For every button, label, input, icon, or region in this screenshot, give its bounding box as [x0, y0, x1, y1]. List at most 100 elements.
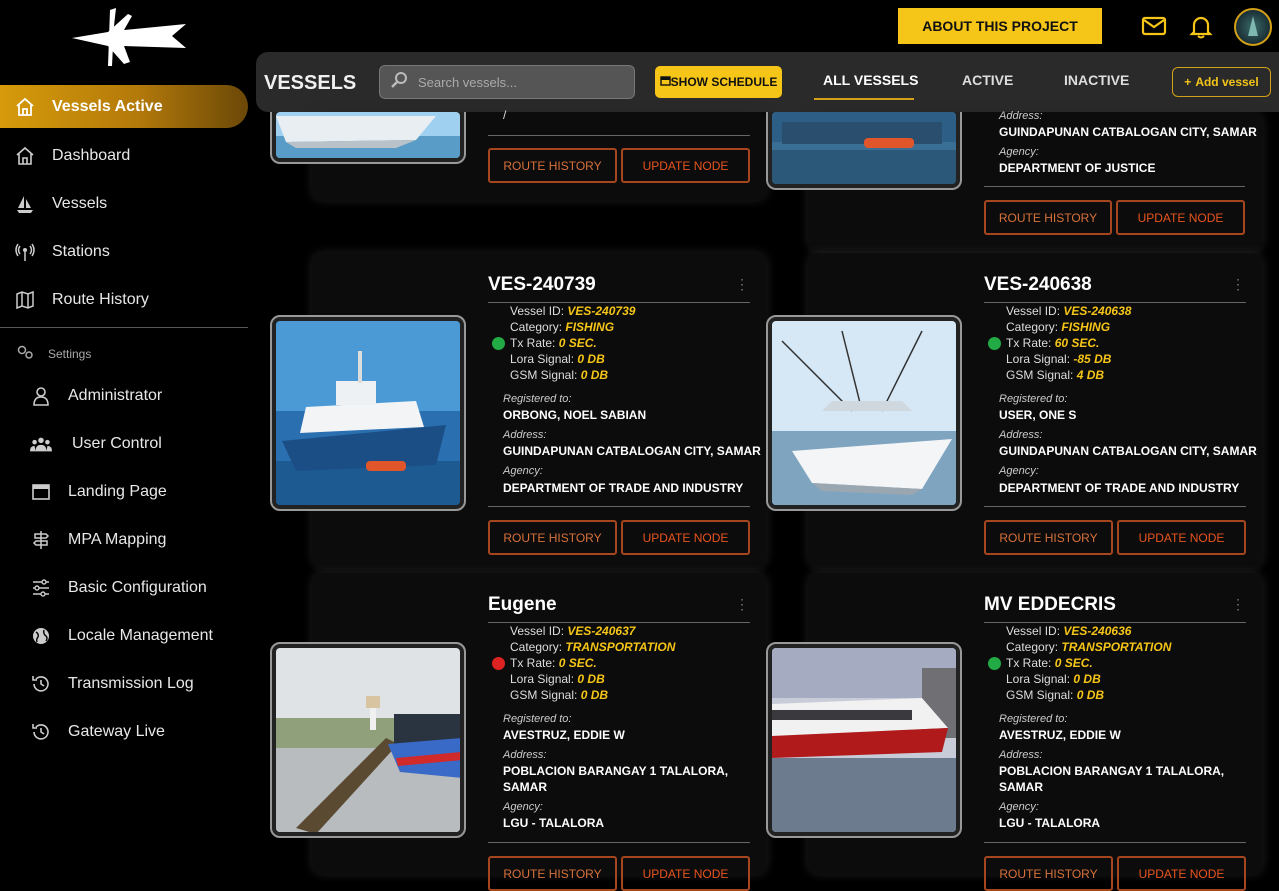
category-row: Category: FISHING: [1006, 320, 1111, 334]
registered-value: USER, ONE S: [999, 408, 1077, 422]
vessel-photo-frame: [270, 112, 466, 164]
add-vessel-button[interactable]: + Add vessel: [1172, 67, 1271, 97]
divider: [984, 506, 1246, 507]
sidebar-item-vessels-active[interactable]: Vessels Active: [0, 85, 248, 128]
sidebar-divider: [0, 327, 248, 328]
show-schedule-button[interactable]: SHOW SCHEDULE: [655, 66, 782, 98]
agency-label: Agency:: [503, 801, 543, 813]
sidebar-item-stations[interactable]: Stations: [14, 237, 110, 267]
page-title: VESSELS: [264, 72, 357, 94]
update-node-button[interactable]: UPDATE NODE: [1116, 200, 1245, 235]
tab-all-vessels[interactable]: ALL VESSELS: [823, 72, 918, 88]
sidebar-item-locale-management[interactable]: Locale Management: [30, 621, 213, 651]
home-icon: [14, 145, 36, 167]
search-input[interactable]: [418, 74, 618, 90]
sidebar-item-vessels[interactable]: Vessels: [14, 189, 107, 219]
agency-label: Agency:: [503, 465, 543, 477]
lora-signal-row: Lora Signal: 0 DB: [1006, 672, 1101, 686]
vessel-name: MV EDDECRIS: [984, 594, 1116, 615]
update-node-button[interactable]: UPDATE NODE: [621, 520, 750, 555]
vessel-photo-frame: [766, 112, 962, 190]
tx-rate-row: Tx Rate: 0 SEC.: [510, 656, 597, 670]
sidebar-item-label: Route History: [52, 291, 149, 308]
tab-active[interactable]: ACTIVE: [962, 72, 1013, 88]
gsm-signal-row: GSM Signal: 4 DB: [1006, 368, 1105, 382]
vessel-id-row: Vessel ID: VES-240739: [510, 304, 636, 318]
status-indicator: [988, 337, 1001, 350]
search-box[interactable]: [379, 65, 635, 99]
category-row: Category: TRANSPORTATION: [1006, 640, 1172, 654]
sidebar-item-gateway-live[interactable]: Gateway Live: [30, 717, 165, 747]
update-node-button[interactable]: UPDATE NODE: [621, 148, 750, 183]
address-value: GUINDAPUNAN CATBALOGAN CITY, SAMAR: [999, 125, 1257, 139]
address-value: POBLACION BARANGAY 1 TALALORA,: [999, 764, 1225, 778]
sidebar-item-label: Stations: [52, 243, 110, 260]
registered-label: Registered to:: [503, 393, 572, 405]
sidebar-item-basic-configuration[interactable]: Basic Configuration: [30, 573, 207, 603]
search-icon: [390, 71, 408, 94]
tx-rate-row: Tx Rate: 0 SEC.: [1006, 656, 1093, 670]
sidebar-item-dashboard[interactable]: Dashboard: [14, 141, 130, 171]
status-indicator: [988, 657, 1001, 670]
more-options-icon[interactable]: ⋮: [735, 276, 749, 293]
tab-inactive[interactable]: INACTIVE: [1064, 72, 1129, 88]
vessel-photo: [276, 321, 460, 505]
gsm-signal-row: GSM Signal: 0 DB: [510, 688, 609, 702]
antenna-icon: [14, 241, 36, 263]
window-icon: [30, 481, 52, 503]
agency-label: Agency:: [999, 465, 1039, 477]
address-label: Address:: [999, 749, 1043, 761]
registered-value: AVESTRUZ, EDDIE W: [503, 728, 625, 742]
sidebar-item-label: Dashboard: [52, 147, 131, 164]
vessel-id-row: Vessel ID: VES-240636: [1006, 624, 1132, 638]
route-history-button[interactable]: ROUTE HISTORY: [488, 148, 617, 183]
settings-section-label: Settings: [16, 344, 91, 363]
bell-icon[interactable]: [1187, 12, 1215, 40]
logo: [72, 8, 186, 66]
sidebar-item-administrator[interactable]: Administrator: [30, 381, 162, 411]
registered-value: AVESTRUZ, EDDIE W: [999, 728, 1121, 742]
divider: [984, 186, 1245, 187]
more-options-icon[interactable]: ⋮: [1231, 276, 1245, 293]
route-history-button[interactable]: ROUTE HISTORY: [984, 520, 1113, 555]
sidebar-item-route-history[interactable]: Route History: [14, 285, 149, 315]
gsm-signal-row: GSM Signal: 0 DB: [510, 368, 609, 382]
calendar-icon: [659, 75, 671, 89]
registered-label: Registered to:: [999, 713, 1068, 725]
sidebar-item-label: Vessels Active: [52, 97, 163, 115]
divider: [488, 302, 750, 303]
lora-signal-row: Lora Signal: -85 DB: [1006, 352, 1112, 366]
user-icon: [30, 385, 52, 407]
vessel-photo: [772, 321, 956, 505]
map-icon: [14, 289, 36, 311]
route-history-button[interactable]: ROUTE HISTORY: [984, 200, 1112, 235]
sidebar-item-landing-page[interactable]: Landing Page: [30, 477, 167, 507]
about-project-button[interactable]: ABOUT THIS PROJECT: [898, 8, 1102, 44]
vessel-photo: [276, 648, 460, 832]
sidebar-item-user-control[interactable]: User Control: [30, 429, 162, 459]
more-options-icon[interactable]: ⋮: [735, 596, 749, 613]
vessel-name: Eugene: [488, 594, 557, 615]
status-indicator: [492, 657, 505, 670]
update-node-button[interactable]: UPDATE NODE: [1117, 520, 1246, 555]
users-icon: [30, 433, 52, 455]
divider: [984, 622, 1246, 623]
vessel-photo-frame: [766, 315, 962, 511]
more-options-icon[interactable]: ⋮: [1231, 596, 1245, 613]
mail-icon[interactable]: [1140, 12, 1168, 40]
address-value: POBLACION BARANGAY 1 TALALORA,: [503, 764, 729, 778]
sidebar-item-mpa-mapping[interactable]: MPA Mapping: [30, 525, 166, 555]
agency-value: DEPARTMENT OF JUSTICE: [999, 161, 1156, 175]
sidebar-item-transmission-log[interactable]: Transmission Log: [30, 669, 194, 699]
address-label: Address:: [999, 110, 1043, 122]
sidebar-item-label: Vessels: [52, 195, 108, 212]
route-history-button[interactable]: ROUTE HISTORY: [488, 520, 617, 555]
avatar[interactable]: [1234, 8, 1272, 46]
agency-value: LGU - TALALORA: [503, 816, 605, 830]
vessel-photo: [276, 112, 460, 158]
category-row: Category: FISHING: [510, 320, 615, 334]
vessel-photo-frame: [270, 315, 466, 511]
address-label: Address:: [999, 429, 1043, 441]
address-value: GUINDAPUNAN CATBALOGAN CITY, SAMAR: [999, 444, 1257, 458]
history-icon: [30, 673, 52, 695]
